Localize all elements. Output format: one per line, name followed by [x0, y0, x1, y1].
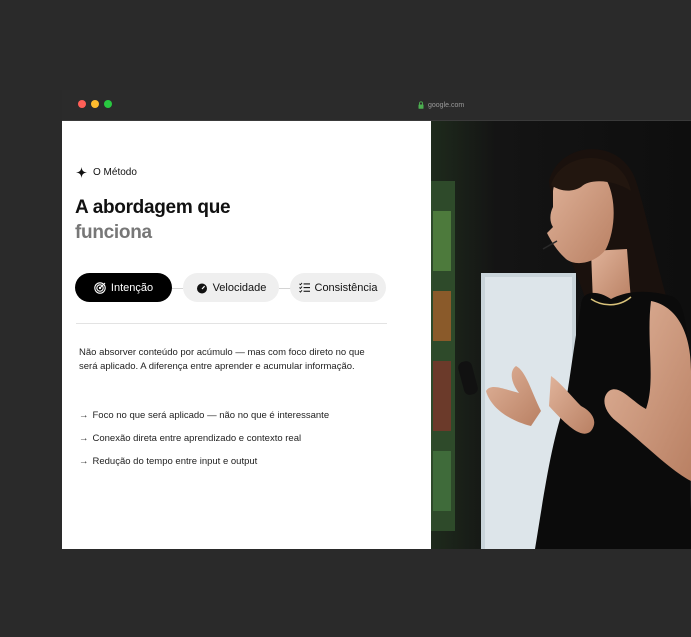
maximize-window-button[interactable]: [104, 100, 112, 108]
minimize-window-button[interactable]: [91, 100, 99, 108]
method-panel: O Método A abordagem que funciona Intenç…: [62, 121, 430, 549]
checklist-icon: [298, 282, 310, 293]
tab-consistencia[interactable]: Consistência: [290, 273, 386, 302]
list-item-text: Redução do tempo entre input e output: [92, 456, 258, 467]
browser-titlebar: google.com: [62, 90, 691, 121]
speedometer-icon: [196, 283, 207, 293]
arrow-right-icon: →: [79, 456, 89, 467]
list-item: → Redução do tempo entre input e output: [79, 455, 329, 478]
page-title: A abordagem que funciona: [75, 195, 231, 245]
method-description: Não absorver conteúdo por acúmulo — mas …: [79, 347, 365, 372]
method-tabs: Intenção Velocidade Consistência: [75, 273, 386, 303]
list-item: → Conexão direta entre aprendizado e con…: [79, 432, 329, 455]
section-eyebrow: O Método: [76, 167, 137, 178]
eyebrow-label: O Método: [93, 167, 137, 178]
section-divider: [76, 323, 387, 324]
title-line-1: A abordagem que: [75, 197, 231, 218]
tab-label: Intenção: [110, 281, 154, 294]
list-item: → Foco no que será aplicado — não no que…: [79, 409, 329, 432]
arrow-right-icon: →: [79, 410, 89, 421]
target-icon: [94, 281, 106, 294]
address-bar[interactable]: google.com: [418, 99, 464, 111]
tab-intencao[interactable]: Intenção: [75, 273, 172, 302]
arrow-right-icon: →: [79, 433, 89, 444]
tab-label: Consistência: [314, 281, 378, 294]
title-line-2: funciona: [75, 222, 152, 243]
url-text: google.com: [428, 101, 465, 109]
tab-connector: [171, 288, 183, 289]
benefit-list: → Foco no que será aplicado — não no que…: [79, 409, 329, 478]
lock-icon: [418, 101, 424, 109]
sparkle-icon: [76, 167, 87, 178]
speaker-illustration: [431, 121, 691, 549]
list-item-text: Conexão direta entre aprendizado e conte…: [92, 433, 302, 444]
browser-window: google.com O Método A abordagem que func…: [62, 90, 691, 549]
speaker-photo: [431, 121, 691, 549]
close-window-button[interactable]: [78, 100, 86, 108]
list-item-text: Foco no que será aplicado — não no que é…: [92, 410, 330, 421]
tab-label: Velocidade: [212, 281, 267, 294]
tab-velocidade[interactable]: Velocidade: [183, 273, 279, 302]
